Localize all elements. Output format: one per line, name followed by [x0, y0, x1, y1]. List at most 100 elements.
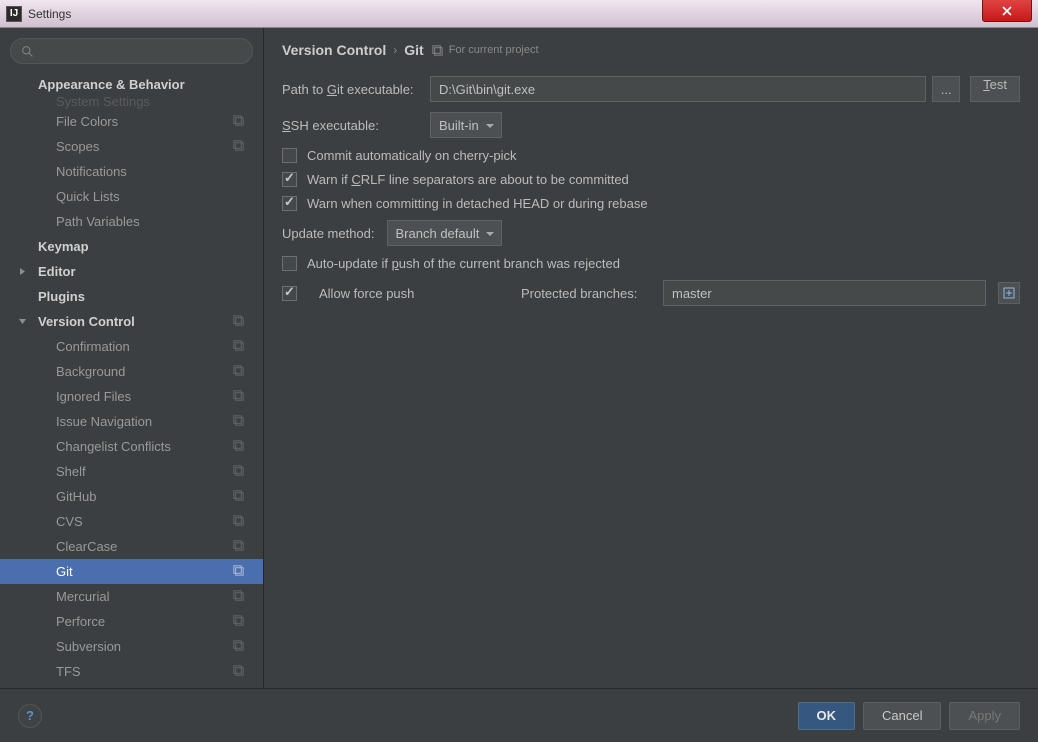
sidebar-item-vc-confirmation[interactable]: Confirmation — [0, 334, 263, 359]
sidebar-label: Quick Lists — [56, 189, 120, 204]
sidebar-label: Confirmation — [56, 339, 130, 354]
sidebar-item-vc-issue-navigation[interactable]: Issue Navigation — [0, 409, 263, 434]
scope-label: For current project — [431, 44, 539, 57]
sidebar-item-quicklists[interactable]: Quick Lists — [0, 184, 263, 209]
protected-branches-input[interactable] — [663, 280, 986, 306]
sidebar-label: File Colors — [56, 114, 118, 129]
breadcrumb-part: Git — [404, 42, 423, 58]
sidebar-label: Issue Navigation — [56, 414, 152, 429]
sidebar-item-vc-tfs[interactable]: TFS — [0, 659, 263, 682]
close-button[interactable] — [982, 0, 1032, 22]
sidebar-item-vc-mercurial[interactable]: Mercurial — [0, 584, 263, 609]
copyable-icon — [232, 489, 245, 505]
sidebar-label: GitHub — [56, 489, 96, 504]
sidebar-cat-vc[interactable]: Version Control — [0, 309, 263, 334]
checkbox-label: Warn when committing in detached HEAD or… — [307, 196, 648, 211]
help-button[interactable]: ? — [18, 704, 42, 728]
update-select[interactable]: Branch default — [387, 220, 503, 246]
row-autoupdate: Auto-update if push of the current branc… — [282, 256, 1020, 271]
sidebar-item-vc-ignored-files[interactable]: Ignored Files — [0, 384, 263, 409]
row-detached: Warn when committing in detached HEAD or… — [282, 196, 1020, 211]
sidebar-item-truncated[interactable]: System Settings — [0, 95, 263, 109]
copyable-icon — [232, 364, 245, 380]
sidebar-item-vc-shelf[interactable]: Shelf — [0, 459, 263, 484]
titlebar: IJ Settings — [0, 0, 1038, 28]
row-cherrypick: Commit automatically on cherry-pick — [282, 148, 1020, 163]
sidebar-item-vc-perforce[interactable]: Perforce — [0, 609, 263, 634]
breadcrumb-part: Version Control — [282, 42, 386, 58]
git-path-input[interactable] — [430, 76, 926, 102]
copyable-icon — [232, 389, 245, 405]
sidebar-cat-editor[interactable]: Editor — [0, 259, 263, 284]
sidebar-label: Git — [56, 564, 73, 579]
checkbox-autoupdate[interactable] — [282, 256, 297, 271]
sidebar-item-vc-background[interactable]: Background — [0, 359, 263, 384]
checkbox-label: Warn if CRLF line separators are about t… — [307, 172, 629, 187]
sidebar-label: Appearance & Behavior — [38, 77, 185, 92]
sidebar-cat-appearance[interactable]: Appearance & Behavior — [0, 72, 263, 97]
protected-branches-label: Protected branches: — [521, 286, 651, 301]
sidebar-label: Ignored Files — [56, 389, 131, 404]
sidebar-label: Perforce — [56, 614, 105, 629]
copyable-icon — [232, 114, 245, 130]
ok-button[interactable]: OK — [798, 702, 856, 730]
sidebar-label: Keymap — [38, 239, 89, 254]
scope-text: For current project — [449, 44, 539, 56]
copyable-icon — [232, 439, 245, 455]
search-input[interactable] — [10, 38, 253, 64]
sidebar-item-pathvars[interactable]: Path Variables — [0, 209, 263, 234]
sidebar-label: CVS — [56, 514, 83, 529]
app-icon: IJ — [6, 6, 22, 22]
checkbox-label: Allow force push — [319, 286, 509, 301]
expand-list-button[interactable] — [998, 282, 1020, 304]
row-git-path: Path to Git executable: ... Test — [282, 76, 1020, 102]
sidebar-label: Mercurial — [56, 589, 109, 604]
checkbox-forcepush[interactable] — [282, 286, 297, 301]
sidebar-cat-keymap[interactable]: Keymap — [0, 234, 263, 259]
sidebar-item-vc-git[interactable]: Git — [0, 559, 263, 584]
sidebar-item-notifications[interactable]: Notifications — [0, 159, 263, 184]
sidebar-item-filecolors[interactable]: File Colors — [0, 109, 263, 134]
search-icon — [21, 45, 34, 58]
main-area: Appearance & Behavior System Settings Fi… — [0, 28, 1038, 688]
chevron-right-icon: › — [393, 43, 397, 57]
sidebar-item-vc-github[interactable]: GitHub — [0, 484, 263, 509]
browse-button[interactable]: ... — [932, 76, 960, 102]
copyable-icon — [232, 514, 245, 530]
sidebar-label: Plugins — [38, 289, 85, 304]
copyable-icon — [232, 339, 245, 355]
update-label: Update method: — [282, 226, 375, 241]
checkbox-detached[interactable] — [282, 196, 297, 211]
checkbox-crlf[interactable] — [282, 172, 297, 187]
ssh-select[interactable]: Built-in — [430, 112, 502, 138]
sidebar-item-scopes[interactable]: Scopes — [0, 134, 263, 159]
sidebar-label: Notifications — [56, 164, 127, 179]
sidebar-label: TFS — [56, 664, 81, 679]
window-title: Settings — [28, 7, 71, 21]
sidebar-label: Editor — [38, 264, 76, 279]
checkbox-label: Commit automatically on cherry-pick — [307, 148, 517, 163]
cancel-button[interactable]: Cancel — [863, 702, 941, 730]
apply-button[interactable]: Apply — [949, 702, 1020, 730]
sidebar-label: Changelist Conflicts — [56, 439, 171, 454]
sidebar-item-vc-clearcase[interactable]: ClearCase — [0, 534, 263, 559]
sidebar-item-vc-changelist-conflicts[interactable]: Changelist Conflicts — [0, 434, 263, 459]
copyable-icon — [232, 614, 245, 630]
footer: ? OK Cancel Apply — [0, 688, 1038, 742]
copyable-icon — [232, 639, 245, 655]
sidebar-cat-plugins[interactable]: Plugins — [0, 284, 263, 309]
sidebar-item-vc-subversion[interactable]: Subversion — [0, 634, 263, 659]
sidebar-item-vc-cvs[interactable]: CVS — [0, 509, 263, 534]
checkbox-cherrypick[interactable] — [282, 148, 297, 163]
arrow-right-icon — [18, 264, 27, 279]
arrow-down-icon — [18, 314, 27, 329]
row-update: Update method: Branch default — [282, 220, 1020, 246]
breadcrumb: Version Control › Git For current projec… — [282, 42, 1020, 58]
copyable-icon — [232, 139, 245, 155]
test-button[interactable]: Test — [970, 76, 1020, 102]
copyable-icon — [232, 589, 245, 605]
copyable-icon — [431, 44, 444, 57]
footer-buttons: OK Cancel Apply — [798, 702, 1021, 730]
content-panel: Version Control › Git For current projec… — [264, 28, 1038, 688]
sidebar-label: ClearCase — [56, 539, 117, 554]
